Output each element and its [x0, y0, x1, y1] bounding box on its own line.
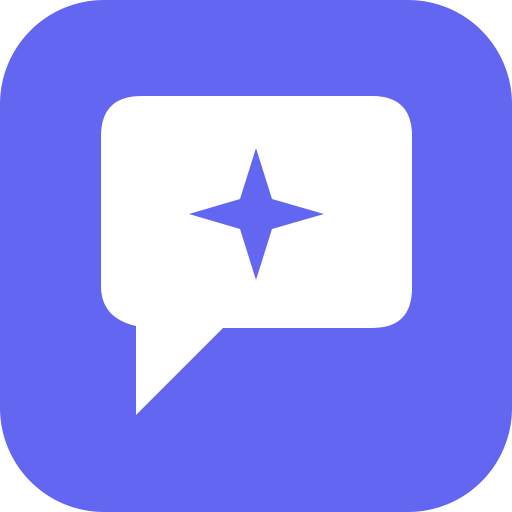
app-icon-graphic — [0, 0, 512, 512]
app-icon[interactable] — [0, 0, 512, 512]
